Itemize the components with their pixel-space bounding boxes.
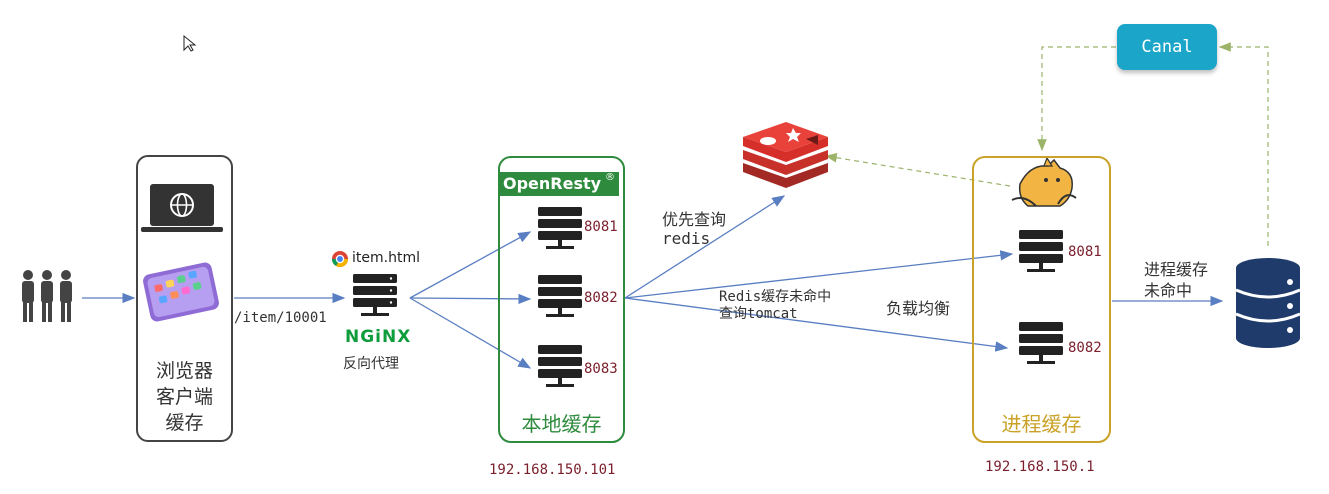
nginx-server-icon xyxy=(353,274,397,316)
canal-label: Canal xyxy=(1141,37,1193,57)
nginx-logo: NGiNX xyxy=(345,327,412,347)
redis-query-line1: 优先查询 xyxy=(662,210,727,229)
redis-miss-line2: 查询tomcat xyxy=(719,306,798,322)
redis-query-line2: redis xyxy=(662,229,711,248)
request-path: /item/10001 xyxy=(234,310,327,326)
database-icon xyxy=(1235,258,1301,348)
canal-box: Canal xyxy=(1117,24,1217,70)
reverse-proxy-label: 反向代理 xyxy=(343,356,399,372)
tomcat-process-cache-box xyxy=(972,156,1111,443)
registered-mark-icon: ® xyxy=(605,172,615,183)
redis-icon xyxy=(743,122,828,188)
item-page-label: item.html xyxy=(352,250,420,266)
mouse-cursor-icon xyxy=(183,34,197,52)
local-cache-label: 本地缓存 xyxy=(521,412,602,436)
openresty-ip: 192.168.150.101 xyxy=(489,462,616,478)
openresty-port-8083: 8083 xyxy=(584,361,618,377)
tomcat-port-8081: 8081 xyxy=(1068,244,1102,260)
browser-label-line3: 缓存 xyxy=(165,412,204,434)
arrow-db-canal xyxy=(1218,42,1269,246)
chrome-icon xyxy=(331,251,349,268)
openresty-port-8081: 8081 xyxy=(584,219,618,235)
cache-architecture-diagram: 浏览器 客户端 缓存 /item/10001 item.html NGiNX 反… xyxy=(0,0,1329,494)
openresty-port-8082: 8082 xyxy=(584,290,618,306)
process-cache-miss-line2: 未命中 xyxy=(1144,281,1193,300)
users-icon xyxy=(22,270,72,322)
process-cache-label: 进程缓存 xyxy=(1001,412,1082,436)
load-balance-label: 负载均衡 xyxy=(886,299,951,318)
browser-label-line1: 浏览器 xyxy=(155,360,213,382)
arrow-canal-tomcat xyxy=(1037,46,1116,152)
openresty-brand-banner: OpenResty ® xyxy=(500,172,619,196)
openresty-brand: OpenResty xyxy=(503,174,602,193)
tomcat-port-8082: 8082 xyxy=(1068,340,1102,356)
tomcat-ip: 192.168.150.1 xyxy=(985,459,1095,475)
browser-label-line2: 客户端 xyxy=(155,386,213,408)
